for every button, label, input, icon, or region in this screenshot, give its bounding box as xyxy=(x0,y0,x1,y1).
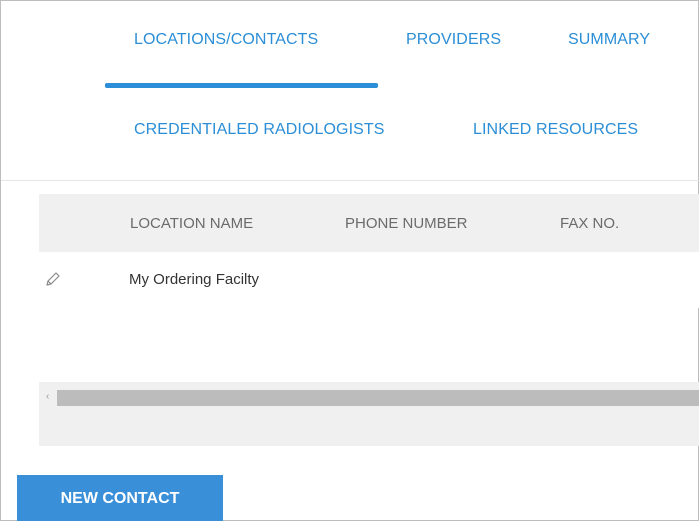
tab-credentialed-radiologists[interactable]: CREDENTIALED RADIOLOGISTS xyxy=(134,121,385,139)
horizontal-scrollbar-thumb[interactable] xyxy=(57,390,699,406)
column-header-location-name[interactable]: LOCATION NAME xyxy=(130,215,253,232)
cell-location-name: My Ordering Facilty xyxy=(129,271,260,288)
column-header-fax-no[interactable]: FAX NO. xyxy=(560,215,619,232)
pencil-icon[interactable] xyxy=(43,269,63,289)
scroll-left-arrow-icon[interactable]: ‹ xyxy=(46,391,49,402)
page-frame: LOCATIONS/CONTACTS PROVIDERS SUMMARY CRE… xyxy=(0,0,699,521)
active-tab-indicator xyxy=(105,83,378,88)
tab-linked-resources[interactable]: LINKED RESOURCES xyxy=(473,121,638,139)
column-header-phone-number[interactable]: PHONE NUMBER xyxy=(345,215,468,232)
tab-locations-contacts[interactable]: LOCATIONS/CONTACTS xyxy=(134,31,318,49)
tab-providers[interactable]: PROVIDERS xyxy=(406,31,501,49)
tabs-divider xyxy=(1,180,699,181)
tab-summary[interactable]: SUMMARY xyxy=(568,31,650,49)
new-contact-button[interactable]: NEW CONTACT xyxy=(17,475,223,521)
